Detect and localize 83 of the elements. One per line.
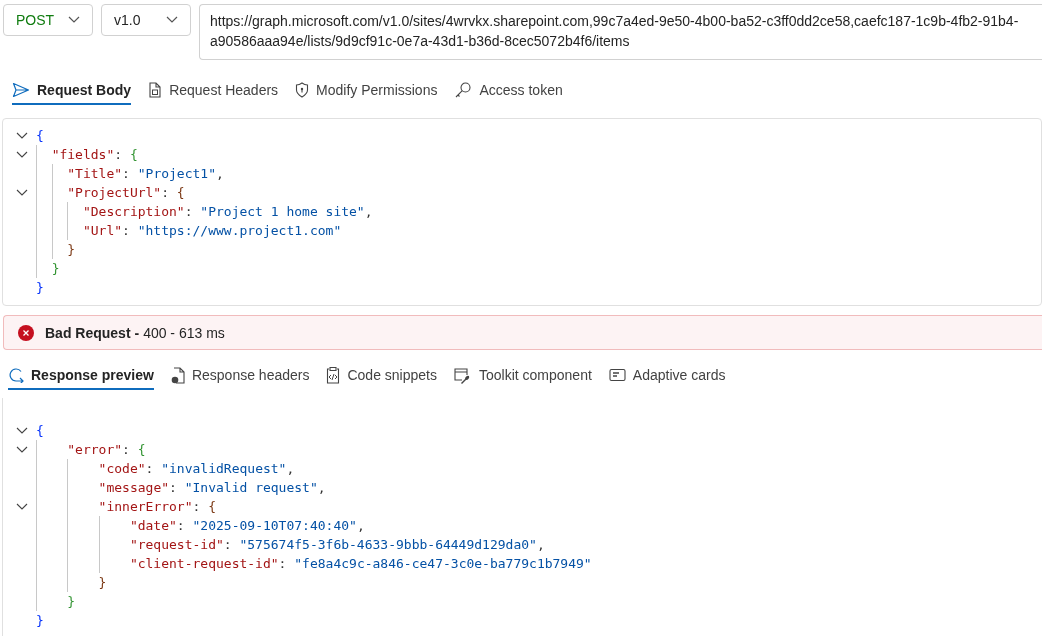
json-brace: } (36, 279, 44, 297)
fold-chevron-icon[interactable] (15, 131, 28, 140)
fold-chevron-icon[interactable] (15, 502, 28, 511)
json-punctuation: : (223, 536, 233, 554)
json-string: "Project 1 home site" (200, 203, 365, 221)
json-brace: } (51, 260, 60, 278)
json-key: "Url" (82, 221, 123, 240)
wrench-icon (454, 366, 472, 384)
json-key: "message" (98, 478, 170, 497)
json-punctuation: : (192, 498, 202, 516)
response-tab[interactable]: Response preview (8, 362, 154, 390)
json-brace: } (67, 593, 76, 611)
json-brace: { (208, 498, 216, 516)
json-brace: { (129, 146, 138, 164)
json-brace: } (98, 574, 107, 592)
send-icon (12, 82, 30, 98)
json-string: "Project1" (137, 165, 216, 183)
json-punctuation: , (536, 536, 545, 554)
json-punctuation: : (184, 203, 194, 221)
json-brace: } (67, 241, 76, 259)
json-punctuation: : (161, 184, 171, 202)
chevron-down-icon (166, 16, 178, 24)
response-tab[interactable]: Toolkit component (454, 362, 592, 390)
json-key: "request-id" (129, 535, 224, 554)
json-punctuation: , (317, 479, 326, 497)
fold-chevron-icon[interactable] (15, 150, 28, 159)
status-detail: 400 - 613 ms (143, 324, 225, 341)
json-brace: { (137, 441, 146, 459)
response-tab[interactable]: Adaptive cards (608, 362, 726, 390)
fold-chevron-icon[interactable] (15, 426, 28, 435)
shield-icon (295, 82, 310, 98)
json-key: "date" (129, 516, 177, 535)
json-string: "https://www.project1.com" (137, 222, 342, 240)
chevron-down-icon (68, 16, 80, 24)
json-string: "Invalid request" (184, 479, 318, 497)
json-key: "innerError" (98, 497, 193, 516)
document-icon (170, 366, 185, 384)
fold-chevron-icon[interactable] (15, 188, 28, 197)
json-punctuation: : (114, 146, 124, 164)
json-punctuation: : (122, 222, 131, 240)
json-brace: } (36, 612, 44, 630)
json-string: "fe8a4c9c-a846-ce47-3c0e-ba779c1b7949" (294, 555, 592, 573)
json-string: "575674f5-3f6b-4633-9bbb-64449d129da0" (239, 536, 537, 554)
json-punctuation: : (176, 517, 186, 535)
json-key: "ProjectUrl" (67, 183, 162, 202)
json-string: "2025-09-10T07:40:40" (192, 517, 357, 535)
request-tab[interactable]: Request Headers (148, 77, 279, 105)
url-field[interactable]: https://graph.microsoft.com/v1.0/sites/4wrvkx.sharepoint.com,99c7a4ed-9e50-4b00-ba52-c3ff0dd2ce58,caefc187-1c9b-4fb2-91b4-a90586aaa94e/lists/9d9cf91c-0e7a-43d1-b36d-8cec5072b4f6/items (199, 4, 1042, 60)
json-brace: { (36, 422, 44, 440)
key-icon (454, 81, 473, 99)
fold-chevron-icon[interactable] (15, 445, 28, 454)
version-dropdown[interactable]: v1.0 (101, 4, 191, 36)
response-tab[interactable]: Code snippets (326, 362, 437, 390)
json-key: "error" (67, 440, 123, 459)
request-tab[interactable]: Access token (454, 77, 563, 105)
json-punctuation: : (278, 555, 288, 573)
json-key: "client-request-id" (129, 554, 279, 573)
json-punctuation: : (122, 165, 131, 183)
json-punctuation: , (364, 203, 373, 221)
request-body-editor[interactable]: { "fields": { "Title": "Project1", "ProjectUrl": { "Description": "Project 1 home site", "Url": "https://www.project1.com" } } } (2, 118, 1042, 306)
json-string: "invalidRequest" (161, 460, 287, 478)
code-clipboard-icon (326, 366, 341, 384)
response-tab[interactable]: Response headers (170, 362, 310, 390)
request-tab[interactable]: Modify Permissions (295, 77, 438, 105)
json-key: "fields" (51, 145, 115, 164)
json-punctuation: , (216, 165, 224, 183)
error-icon (18, 324, 34, 341)
document-icon (148, 82, 163, 98)
redo-arrow-icon (8, 367, 24, 383)
json-brace: { (176, 184, 185, 202)
card-icon (608, 368, 626, 382)
method-dropdown[interactable]: POST (3, 4, 93, 36)
json-punctuation: : (122, 441, 131, 459)
json-key: "Description" (82, 202, 185, 221)
json-key: "code" (98, 459, 146, 478)
json-brace: { (36, 127, 44, 145)
json-punctuation: , (286, 460, 295, 478)
status-title: Bad Request - (45, 324, 140, 341)
request-tab[interactable]: Request Body (12, 77, 132, 105)
json-punctuation: : (145, 460, 155, 478)
json-punctuation: , (356, 517, 365, 535)
json-key: "Title" (67, 164, 123, 183)
json-punctuation: : (169, 479, 178, 497)
